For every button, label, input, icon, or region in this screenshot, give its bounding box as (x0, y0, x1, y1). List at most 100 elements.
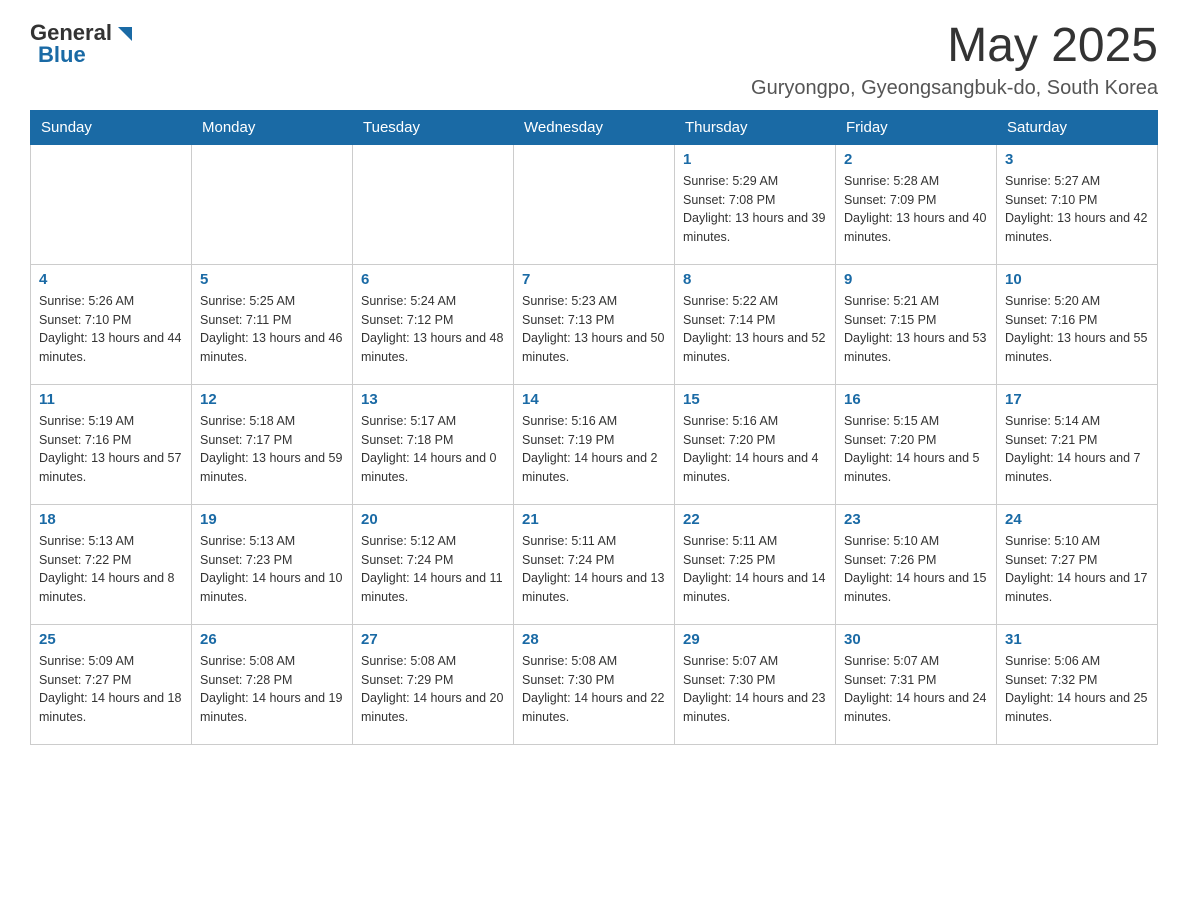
day-number: 14 (522, 391, 666, 408)
calendar-cell: 20Sunrise: 5:12 AMSunset: 7:24 PMDayligh… (353, 504, 514, 624)
day-info: Sunrise: 5:23 AMSunset: 7:13 PMDaylight:… (522, 292, 666, 367)
weekday-header-monday: Monday (192, 110, 353, 144)
day-info: Sunrise: 5:28 AMSunset: 7:09 PMDaylight:… (844, 172, 988, 247)
day-number: 26 (200, 631, 344, 648)
calendar-cell: 7 Sunrise: 5:23 AMSunset: 7:13 PMDaylight… (514, 264, 675, 384)
calendar-cell: 2Sunrise: 5:28 AMSunset: 7:09 PMDaylight… (836, 144, 997, 264)
day-number: 18 (39, 511, 183, 528)
day-number: 21 (522, 511, 666, 528)
day-info: Sunrise: 5:18 AMSunset: 7:17 PMDaylight:… (200, 412, 344, 487)
calendar-week-row: 4 Sunrise: 5:26 AMSunset: 7:10 PMDaylight… (31, 264, 1158, 384)
calendar-cell: 31Sunrise: 5:06 AMSunset: 7:32 PMDayligh… (997, 624, 1158, 744)
weekday-header-friday: Friday (836, 110, 997, 144)
calendar-cell: 21 Sunrise: 5:11 AMSunset: 7:24 PMDayligh… (514, 504, 675, 624)
calendar-cell (192, 144, 353, 264)
day-info: Sunrise: 5:07 AMSunset: 7:31 PMDaylight:… (844, 652, 988, 727)
day-number: 17 (1005, 391, 1149, 408)
day-info: Sunrise: 5:21 AMSunset: 7:15 PMDaylight:… (844, 292, 988, 367)
month-title: May 2025 (751, 20, 1158, 73)
weekday-header-saturday: Saturday (997, 110, 1158, 144)
day-number: 24 (1005, 511, 1149, 528)
calendar-cell: 4 Sunrise: 5:26 AMSunset: 7:10 PMDaylight… (31, 264, 192, 384)
location-title: Guryongpo, Gyeongsangbuk-do, South Korea (751, 77, 1158, 100)
day-number: 13 (361, 391, 505, 408)
calendar-cell: 17Sunrise: 5:14 AMSunset: 7:21 PMDayligh… (997, 384, 1158, 504)
day-number: 5 (200, 271, 344, 288)
calendar-cell: 22 Sunrise: 5:11 AMSunset: 7:25 PMDayligh… (675, 504, 836, 624)
day-info: Sunrise: 5:10 AMSunset: 7:26 PMDaylight:… (844, 532, 988, 607)
calendar-cell (514, 144, 675, 264)
day-info: Sunrise: 5:22 AMSunset: 7:14 PMDaylight:… (683, 292, 827, 367)
calendar-week-row: 25 Sunrise: 5:09 AMSunset: 7:27 PMDayligh… (31, 624, 1158, 744)
day-info: Sunrise: 5:08 AMSunset: 7:30 PMDaylight:… (522, 652, 666, 727)
calendar-cell: 13 Sunrise: 5:17 AMSunset: 7:18 PMDayligh… (353, 384, 514, 504)
calendar-week-row: 11Sunrise: 5:19 AMSunset: 7:16 PMDayligh… (31, 384, 1158, 504)
header: General Blue May 2025 Guryongpo, Gyeongs… (30, 20, 1158, 100)
calendar-cell: 23 Sunrise: 5:10 AMSunset: 7:26 PMDayligh… (836, 504, 997, 624)
day-info: Sunrise: 5:16 AMSunset: 7:19 PMDaylight:… (522, 412, 666, 487)
calendar-cell: 14 Sunrise: 5:16 AMSunset: 7:19 PMDayligh… (514, 384, 675, 504)
calendar-cell: 29 Sunrise: 5:07 AMSunset: 7:30 PMDayligh… (675, 624, 836, 744)
day-number: 1 (683, 151, 827, 168)
day-number: 30 (844, 631, 988, 648)
day-number: 7 (522, 271, 666, 288)
calendar-cell: 28 Sunrise: 5:08 AMSunset: 7:30 PMDayligh… (514, 624, 675, 744)
day-info: Sunrise: 5:13 AMSunset: 7:22 PMDaylight:… (39, 532, 183, 607)
day-info: Sunrise: 5:13 AMSunset: 7:23 PMDaylight:… (200, 532, 344, 607)
title-area: May 2025 Guryongpo, Gyeongsangbuk-do, So… (751, 20, 1158, 100)
calendar-cell: 9 Sunrise: 5:21 AMSunset: 7:15 PMDaylight… (836, 264, 997, 384)
day-info: Sunrise: 5:17 AMSunset: 7:18 PMDaylight:… (361, 412, 505, 487)
calendar-week-row: 1 Sunrise: 5:29 AMSunset: 7:08 PMDaylight… (31, 144, 1158, 264)
day-info: Sunrise: 5:09 AMSunset: 7:27 PMDaylight:… (39, 652, 183, 727)
weekday-header-sunday: Sunday (31, 110, 192, 144)
day-info: Sunrise: 5:11 AMSunset: 7:24 PMDaylight:… (522, 532, 666, 607)
weekday-header-wednesday: Wednesday (514, 110, 675, 144)
day-number: 12 (200, 391, 344, 408)
calendar-cell: 16 Sunrise: 5:15 AMSunset: 7:20 PMDayligh… (836, 384, 997, 504)
day-number: 3 (1005, 151, 1149, 168)
day-number: 9 (844, 271, 988, 288)
calendar-cell: 15Sunrise: 5:16 AMSunset: 7:20 PMDayligh… (675, 384, 836, 504)
day-number: 8 (683, 271, 827, 288)
day-number: 31 (1005, 631, 1149, 648)
day-info: Sunrise: 5:20 AMSunset: 7:16 PMDaylight:… (1005, 292, 1149, 367)
day-number: 25 (39, 631, 183, 648)
day-info: Sunrise: 5:08 AMSunset: 7:28 PMDaylight:… (200, 652, 344, 727)
logo: General Blue (30, 20, 136, 68)
day-number: 23 (844, 511, 988, 528)
calendar-cell: 19Sunrise: 5:13 AMSunset: 7:23 PMDayligh… (192, 504, 353, 624)
calendar-cell (353, 144, 514, 264)
calendar-cell: 27Sunrise: 5:08 AMSunset: 7:29 PMDayligh… (353, 624, 514, 744)
calendar-cell: 5 Sunrise: 5:25 AMSunset: 7:11 PMDaylight… (192, 264, 353, 384)
calendar-week-row: 18 Sunrise: 5:13 AMSunset: 7:22 PMDayligh… (31, 504, 1158, 624)
calendar-cell: 8 Sunrise: 5:22 AMSunset: 7:14 PMDaylight… (675, 264, 836, 384)
calendar-cell: 18 Sunrise: 5:13 AMSunset: 7:22 PMDayligh… (31, 504, 192, 624)
logo-triangle-icon (114, 23, 136, 45)
day-number: 28 (522, 631, 666, 648)
calendar-cell: 12 Sunrise: 5:18 AMSunset: 7:17 PMDayligh… (192, 384, 353, 504)
day-info: Sunrise: 5:16 AMSunset: 7:20 PMDaylight:… (683, 412, 827, 487)
day-number: 4 (39, 271, 183, 288)
day-info: Sunrise: 5:10 AMSunset: 7:27 PMDaylight:… (1005, 532, 1149, 607)
day-info: Sunrise: 5:25 AMSunset: 7:11 PMDaylight:… (200, 292, 344, 367)
day-number: 27 (361, 631, 505, 648)
weekday-header-row: SundayMondayTuesdayWednesdayThursdayFrid… (31, 110, 1158, 144)
day-info: Sunrise: 5:26 AMSunset: 7:10 PMDaylight:… (39, 292, 183, 367)
day-info: Sunrise: 5:29 AMSunset: 7:08 PMDaylight:… (683, 172, 827, 247)
weekday-header-thursday: Thursday (675, 110, 836, 144)
day-number: 22 (683, 511, 827, 528)
day-info: Sunrise: 5:27 AMSunset: 7:10 PMDaylight:… (1005, 172, 1149, 247)
day-info: Sunrise: 5:11 AMSunset: 7:25 PMDaylight:… (683, 532, 827, 607)
calendar-cell: 11Sunrise: 5:19 AMSunset: 7:16 PMDayligh… (31, 384, 192, 504)
day-number: 29 (683, 631, 827, 648)
day-info: Sunrise: 5:24 AMSunset: 7:12 PMDaylight:… (361, 292, 505, 367)
calendar-cell (31, 144, 192, 264)
day-info: Sunrise: 5:19 AMSunset: 7:16 PMDaylight:… (39, 412, 183, 487)
calendar-cell: 3 Sunrise: 5:27 AMSunset: 7:10 PMDaylight… (997, 144, 1158, 264)
day-info: Sunrise: 5:12 AMSunset: 7:24 PMDaylight:… (361, 532, 505, 607)
calendar-table: SundayMondayTuesdayWednesdayThursdayFrid… (30, 110, 1158, 745)
day-info: Sunrise: 5:15 AMSunset: 7:20 PMDaylight:… (844, 412, 988, 487)
day-number: 16 (844, 391, 988, 408)
calendar-cell: 30 Sunrise: 5:07 AMSunset: 7:31 PMDayligh… (836, 624, 997, 744)
day-info: Sunrise: 5:07 AMSunset: 7:30 PMDaylight:… (683, 652, 827, 727)
